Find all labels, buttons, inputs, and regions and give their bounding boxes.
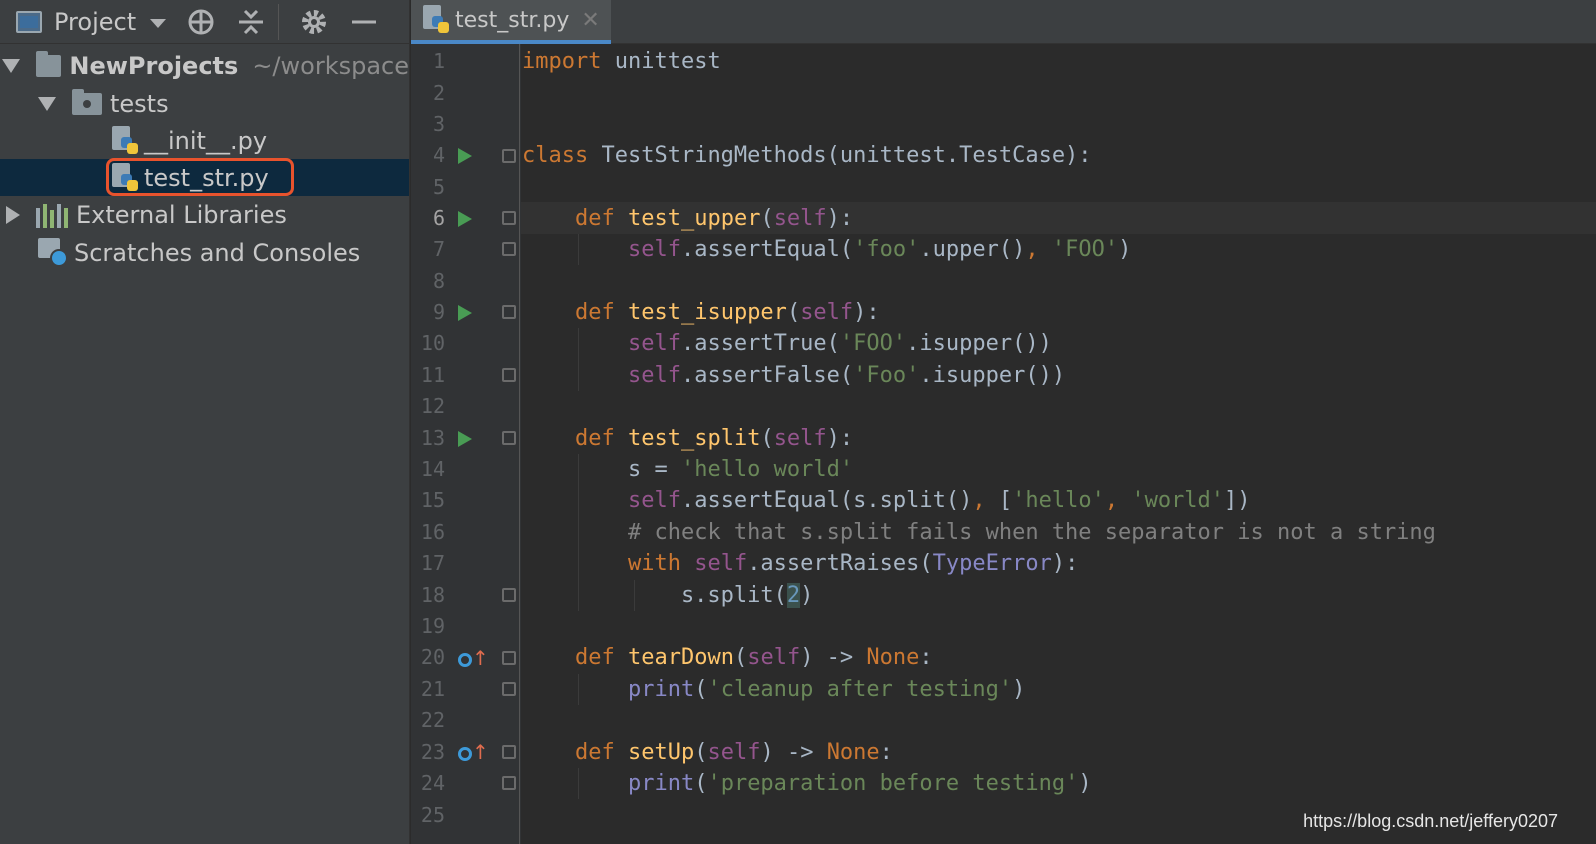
overrides-method-icon[interactable]: ↑ [458,648,489,672]
tree-item-path: ~/workspace [252,51,409,80]
fold-marker-icon[interactable] [502,149,516,163]
code-line: with self.assertRaises(TypeError): [627,551,1079,576]
scratches-icon [38,237,68,268]
tree-item-label: test_str.py [144,163,269,192]
code-line: s.split(2) [522,583,814,608]
line-number: 20 [420,645,445,669]
fold-marker-icon[interactable] [502,305,516,319]
fold-marker-icon[interactable] [502,242,516,256]
hide-panel-icon[interactable] [349,7,379,37]
fold-marker-icon[interactable] [502,651,516,665]
line-number: 15 [420,488,445,512]
tree-item-label: NewProjects [69,51,239,80]
project-window-icon [16,10,42,33]
line-number: 13 [420,426,445,450]
tree-item-test-str-py[interactable]: test_str.py [0,159,409,196]
folder-icon [36,50,62,77]
line-number: 21 [420,677,445,701]
tree-item-label: Scratches and Consoles [74,238,361,267]
line-number: 23 [420,740,445,764]
line-number: 19 [420,614,445,638]
overrides-method-icon[interactable]: ↑ [458,742,489,766]
python-file-icon [112,162,138,193]
code-line: def setUp(self) -> None: [574,740,893,765]
watermark: https://blog.csdn.net/jeffery0207 [1303,811,1558,831]
editor-tab-bar: test_str.py ✕ [411,0,1596,44]
locate-file-icon[interactable] [186,7,216,37]
expand-arrow-icon[interactable] [2,58,20,73]
code-line: print('preparation before testing') [627,771,1092,796]
line-number: 9 [432,300,445,324]
line-number: 16 [420,520,445,544]
run-test-icon[interactable] [458,431,472,447]
fold-marker-icon[interactable] [502,682,516,696]
tree-item-root[interactable]: NewProjects ~/workspace [0,47,409,84]
libraries-icon [36,202,68,228]
fold-marker-icon[interactable] [502,588,516,602]
tree-item-tests[interactable]: tests [0,85,409,122]
chevron-down-icon[interactable] [150,19,167,28]
code-line: self.assertTrue('FOO'.isupper()) [627,331,1052,356]
fold-marker-icon[interactable] [502,211,516,225]
code-line: self.assertFalse('Foo'.isupper()) [627,363,1066,388]
run-test-icon[interactable] [458,148,472,164]
tab-test-str-py[interactable]: test_str.py ✕ [411,0,611,44]
line-number: 4 [432,143,445,167]
tree-item-external-libraries[interactable]: External Libraries [0,196,409,233]
line-number: 24 [420,771,445,795]
line-number: 14 [420,457,445,481]
python-file-icon [423,5,449,35]
line-number: 7 [432,237,445,261]
code-line: def test_upper(self): [574,206,854,231]
collapse-all-icon[interactable] [236,7,266,37]
line-number: 6 [432,206,445,230]
line-number: 18 [420,583,445,607]
line-number: 11 [420,363,445,387]
line-number: 25 [420,803,445,827]
fold-marker-icon[interactable] [502,431,516,445]
line-number: 22 [420,708,445,732]
code-line: def test_split(self): [574,426,854,451]
fold-marker-icon[interactable] [502,368,516,382]
run-test-icon[interactable] [458,305,472,321]
code-line: self.assertEqual(s.split(), ['hello', 'w… [627,488,1251,513]
tree-item-label: External Libraries [76,200,287,229]
close-icon[interactable]: ✕ [581,8,599,33]
expand-arrow-icon[interactable] [6,205,20,224]
line-number: 3 [432,112,445,136]
code-line: class TestStringMethods(unittest.TestCas… [522,143,1092,168]
tree-item-label: tests [110,89,169,118]
fold-marker-icon[interactable] [502,776,516,790]
line-number: 2 [432,81,445,105]
code-line: s = 'hello world' [522,457,854,482]
line-number: 5 [432,175,445,199]
expand-arrow-icon[interactable] [38,96,56,111]
code-line: def test_isupper(self): [574,300,880,325]
project-tool-window: Project NewProjects ~/workspace tests __… [0,0,410,844]
line-number: 8 [432,269,445,293]
gear-icon[interactable] [299,7,329,37]
project-view-selector[interactable]: Project [54,8,136,36]
package-folder-icon [72,88,102,115]
tab-label: test_str.py [455,7,570,33]
tree-item-scratches[interactable]: Scratches and Consoles [0,234,409,271]
tree-item-init-py[interactable]: __init__.py [0,122,409,159]
project-panel-header: Project [0,0,409,44]
fold-guide [519,44,520,844]
tree-item-label: __init__.py [144,126,268,155]
code-line: # check that s.split fails when the sepa… [627,520,1436,545]
line-number: 10 [420,331,445,355]
line-number: 1 [432,49,445,73]
code-line: import unittest [522,49,721,74]
run-test-icon[interactable] [458,211,472,227]
line-number: 17 [420,551,445,575]
code-line: self.assertEqual('foo'.upper(), 'FOO') [627,237,1132,262]
fold-marker-icon[interactable] [502,745,516,759]
header-divider [278,3,280,40]
python-file-icon [112,125,138,156]
line-number: 12 [420,394,445,418]
code-line: def tearDown(self) -> None: [574,645,933,670]
code-line: print('cleanup after testing') [627,677,1026,702]
